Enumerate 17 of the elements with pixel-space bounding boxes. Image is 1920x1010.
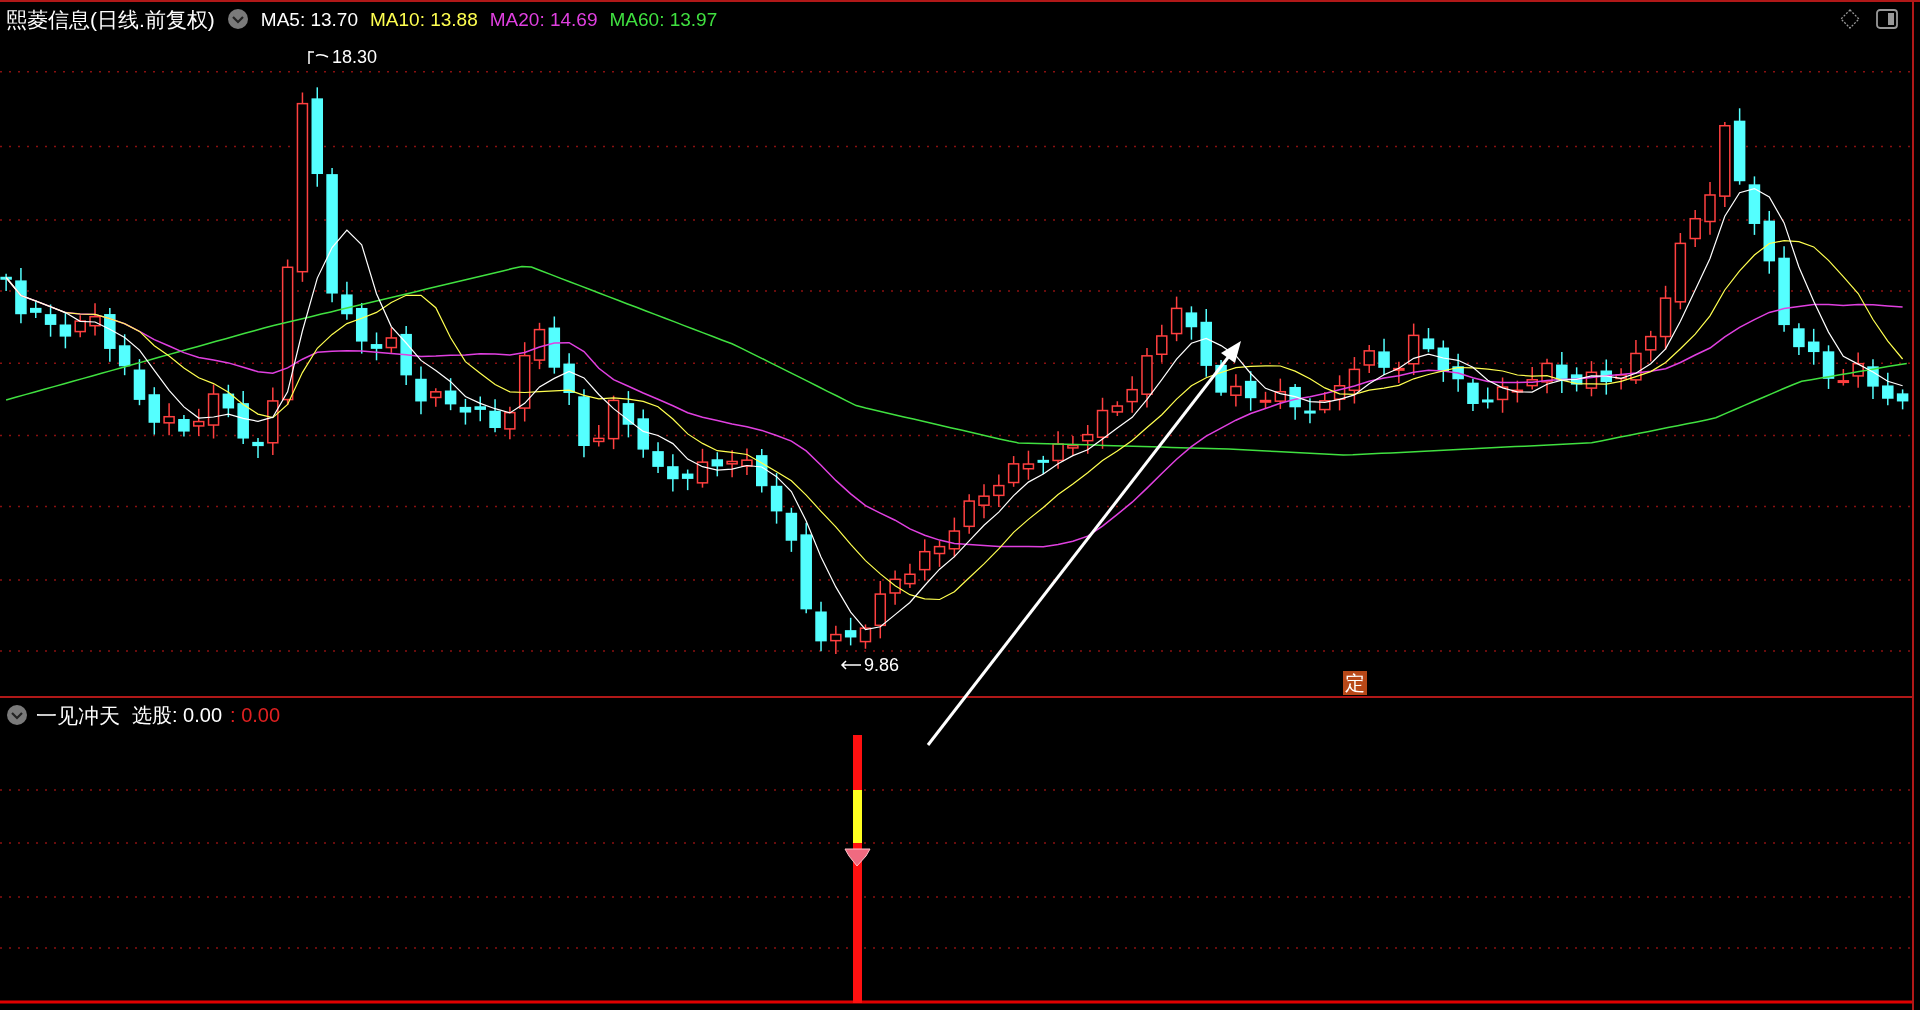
indicator-value: 选股: 0.00 xyxy=(132,705,223,725)
moving-average-label: MA10: 13.88 xyxy=(370,9,478,29)
panel-toggle-icon[interactable] xyxy=(1876,9,1898,29)
dropdown-icon[interactable] xyxy=(6,704,28,726)
chart-title: 熙菱信息(日线.前复权) xyxy=(6,8,215,30)
indicator-name: 一见冲天 xyxy=(36,704,120,726)
moving-average-label: MA20: 14.69 xyxy=(489,9,598,29)
arrow-left-icon xyxy=(840,659,862,671)
indicator-value: : 0.00 xyxy=(230,705,281,725)
moving-average-label: MA60: 13.97 xyxy=(609,9,718,29)
high-price-label: 18.30 xyxy=(332,48,378,66)
pointer-icon xyxy=(308,50,330,64)
diamond-icon[interactable] xyxy=(1840,9,1860,29)
low-price-label: 9.86 xyxy=(864,656,900,674)
dropdown-icon[interactable] xyxy=(226,8,249,30)
moving-average-label: MA5: 13.70 xyxy=(260,9,358,29)
marker-badge: 定 xyxy=(1343,671,1367,695)
